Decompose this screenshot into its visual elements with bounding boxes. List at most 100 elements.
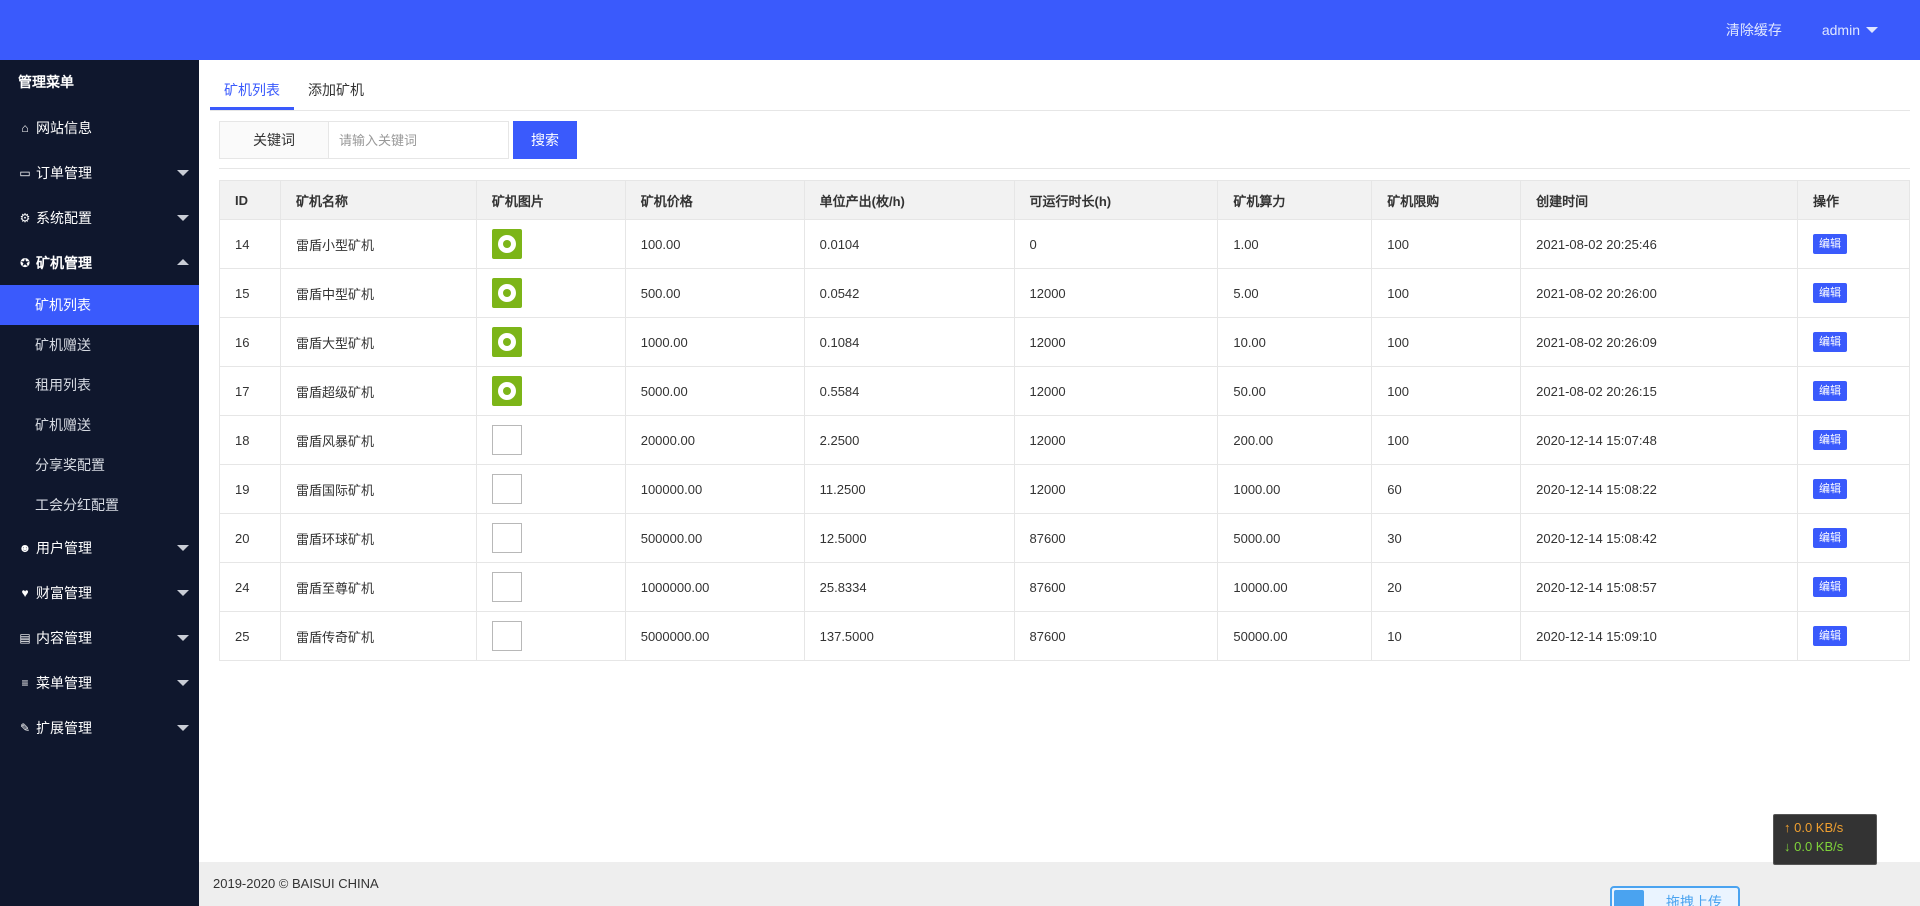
cell-output: 11.2500 <box>803 464 1015 514</box>
edit-button[interactable]: 编辑 <box>1812 577 1847 597</box>
header-actions: 清除缓存 admin <box>1726 0 1920 60</box>
sidebar-subitem-guild-dividend-config[interactable]: 工会分红配置 <box>0 485 199 525</box>
column-header-image: 矿机图片 <box>475 180 626 220</box>
search-divider <box>219 168 1910 169</box>
sidebar-item-orders[interactable]: ▭ 订单管理 <box>0 150 199 195</box>
sidebar-subitem-miner-list[interactable]: 矿机列表 <box>0 285 199 325</box>
table-row: 16 雷盾大型矿机 1000.00 0.1084 12000 10.00 100 2021-0… <box>219 317 1911 367</box>
sidebar-item-menus[interactable]: ≡ 菜单管理 <box>0 660 199 705</box>
chevron-down-icon <box>177 725 189 731</box>
miner-table: ID 矿机名称 矿机图片 矿机价格 单位产出(枚/h) 可运行时长(h) 矿机算力 矿机限购创… <box>219 180 1911 661</box>
miner-logo-image <box>491 229 522 259</box>
edit-button[interactable]: 编辑 <box>1812 430 1847 450</box>
chevron-down-icon <box>177 170 189 176</box>
cell-created: 2020-12-14 15:08:42 <box>1520 513 1798 563</box>
cell-limit: 10 <box>1371 611 1522 661</box>
sidebar-subitem-miner-gift-2[interactable]: 矿机赠送 <box>0 405 199 445</box>
miner-logo-image <box>491 278 522 308</box>
tab-bar: 矿机列表 添加矿机 <box>210 72 378 112</box>
cell-runtime: 87600 <box>1013 611 1219 661</box>
users-icon: ☻ <box>18 540 32 555</box>
cell-actions: 编辑 <box>1796 562 1911 612</box>
document-icon: ▤ <box>19 630 31 645</box>
cell-price: 100.00 <box>624 219 805 269</box>
cell-name: 雷盾超级矿机 <box>279 366 477 416</box>
edit-button[interactable]: 编辑 <box>1812 234 1847 254</box>
table-row: 15 雷盾中型矿机 500.00 0.0542 12000 5.00 100 2021-08-… <box>219 268 1911 318</box>
edit-button[interactable]: 编辑 <box>1812 626 1847 646</box>
cell-image <box>475 562 626 612</box>
sidebar-item-label: 网站信息 <box>36 119 92 136</box>
cell-output: 0.5584 <box>803 366 1015 416</box>
cell-image <box>475 611 626 661</box>
cell-id: 19 <box>219 464 281 514</box>
edit-button[interactable]: 编辑 <box>1812 381 1847 401</box>
cell-image <box>475 219 626 269</box>
column-header-power: 矿机算力 <box>1217 180 1373 220</box>
admin-username: admin <box>1821 22 1860 38</box>
sidebar-item-label: 系统配置 <box>36 209 92 226</box>
table-row: 20 雷盾环球矿机 500000.00 12.5000 87600 5000.00 30 20… <box>219 513 1911 563</box>
edit-button[interactable]: 编辑 <box>1812 283 1847 303</box>
chevron-down-icon <box>177 635 189 641</box>
sidebar-subitem-miner-gift[interactable]: 矿机赠送 <box>0 325 199 365</box>
tab-add-miner[interactable]: 添加矿机 <box>294 72 378 110</box>
keyword-input[interactable] <box>329 121 509 159</box>
admin-user-menu[interactable]: admin <box>1822 22 1878 38</box>
cell-id: 16 <box>219 317 281 367</box>
cell-price: 5000000.00 <box>624 611 805 661</box>
column-header-limit: 矿机限购 <box>1371 180 1522 220</box>
cell-power: 5000.00 <box>1217 513 1373 563</box>
cell-actions: 编辑 <box>1796 268 1911 318</box>
broken-image-icon <box>491 474 522 504</box>
sidebar-item-site-info[interactable]: ⌂ 网站信息 <box>0 105 199 150</box>
edit-button[interactable]: 编辑 <box>1812 479 1847 499</box>
sidebar-item-users[interactable]: ☻ 用户管理 <box>0 525 199 570</box>
cell-created: 2021-08-02 20:26:15 <box>1520 366 1798 416</box>
sidebar-item-system-config[interactable]: ⚙ 系统配置 <box>0 195 199 240</box>
sidebar: 管理菜单 ⌂ 网站信息 ▭ 订单管理 ⚙ 系统配置 ✪ 矿机管理 矿机列表 矿机… <box>0 60 199 906</box>
broken-image-icon <box>491 572 522 602</box>
cell-output: 12.5000 <box>803 513 1015 563</box>
cell-created: 2020-12-14 15:08:57 <box>1520 562 1798 612</box>
cell-power: 200.00 <box>1217 415 1373 465</box>
gears-icon: ⚙ <box>19 210 31 225</box>
cell-runtime: 0 <box>1013 219 1219 269</box>
cell-price: 20000.00 <box>624 415 805 465</box>
sidebar-item-wealth[interactable]: ♥ 财富管理 <box>0 570 199 615</box>
tab-miner-list[interactable]: 矿机列表 <box>210 72 294 110</box>
sidebar-subitem-share-reward-config[interactable]: 分享奖配置 <box>0 445 199 485</box>
search-button[interactable]: 搜索 <box>513 121 577 159</box>
cell-name: 雷盾国际矿机 <box>279 464 477 514</box>
drag-upload-widget[interactable]: 拖拽上传 <box>1610 886 1740 906</box>
broken-image-icon <box>491 523 522 553</box>
cell-price: 1000000.00 <box>624 562 805 612</box>
chevron-down-icon <box>177 545 189 551</box>
cell-output: 0.1084 <box>803 317 1015 367</box>
clear-cache-link[interactable]: 清除缓存 <box>1726 20 1782 40</box>
cell-actions: 编辑 <box>1796 317 1911 367</box>
cell-id: 18 <box>219 415 281 465</box>
cell-runtime: 12000 <box>1013 366 1219 416</box>
sidebar-item-extensions[interactable]: ✎ 扩展管理 <box>0 705 199 750</box>
cell-image <box>475 513 626 563</box>
cell-price: 5000.00 <box>624 366 805 416</box>
broken-image-icon <box>491 425 522 455</box>
sidebar-item-miner-management[interactable]: ✪ 矿机管理 <box>0 240 199 285</box>
sidebar-item-content[interactable]: ▤ 内容管理 <box>0 615 199 660</box>
cell-image <box>475 268 626 318</box>
sidebar-item-label: 订单管理 <box>36 164 92 181</box>
cell-power: 1.00 <box>1217 219 1373 269</box>
column-header-output: 单位产出(枚/h) <box>803 180 1015 220</box>
edit-button[interactable]: 编辑 <box>1812 528 1847 548</box>
sidebar-item-label: 用户管理 <box>36 539 92 556</box>
cell-limit: 20 <box>1371 562 1522 612</box>
cell-power: 5.00 <box>1217 268 1373 318</box>
cell-limit: 60 <box>1371 464 1522 514</box>
edit-button[interactable]: 编辑 <box>1812 332 1847 352</box>
cell-actions: 编辑 <box>1796 611 1911 661</box>
sidebar-subitem-rental-list[interactable]: 租用列表 <box>0 365 199 405</box>
chevron-down-icon <box>1866 27 1878 33</box>
cell-output: 137.5000 <box>803 611 1015 661</box>
miner-logo-image <box>491 327 522 357</box>
